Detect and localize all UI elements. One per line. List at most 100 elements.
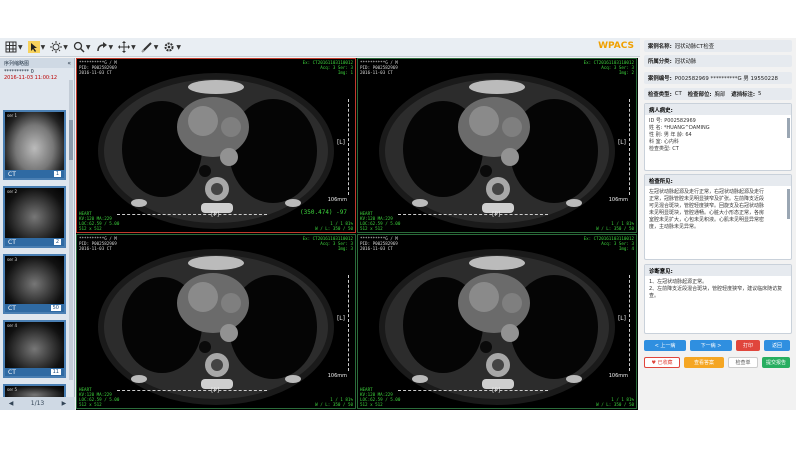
- brightness-tool-button[interactable]: ▼: [50, 39, 68, 56]
- scale-length-label: 106mm: [608, 373, 628, 379]
- thumbnail-footer: CT 1: [5, 170, 64, 178]
- annotation-count: 5: [758, 91, 762, 97]
- magnifier-icon: [73, 41, 85, 53]
- vertical-ruler: [348, 275, 352, 371]
- rotate-arrow-icon: [96, 42, 107, 52]
- case-number: P002582969 **********G 男 19550228: [674, 76, 778, 82]
- submit-report-button[interactable]: 提交报告: [762, 357, 790, 368]
- series-thumbnail[interactable]: ser 2 CT 2: [3, 186, 66, 248]
- category: 冠状动脉: [674, 59, 697, 65]
- findings-line: 左冠状动脉起源及走行正常，右冠状动脉起源及走行: [649, 189, 765, 195]
- thumbnail-modality: CT: [8, 368, 16, 376]
- viewport-4[interactable]: **********G / M PID: P002582969 2016-11-03…: [357, 234, 637, 409]
- next-case-button[interactable]: 下一病 >: [690, 340, 732, 351]
- history-line: 姓 名: *HUANG^DAMING: [649, 125, 710, 131]
- show-answer-button[interactable]: 查看答案: [684, 357, 724, 368]
- findings-line: 未见明显斑块，管腔通畅。心脏大小形态正常，各房: [649, 210, 765, 216]
- ct-image[interactable]: [358, 59, 636, 232]
- back-button[interactable]: 返回: [764, 340, 790, 351]
- prev-page-icon[interactable]: ◀: [9, 400, 14, 407]
- overlay-top-right: Img: 4: [618, 246, 634, 251]
- case-report-panel: 案例名称: 冠状动脉CT检查 所属分类: 冠状动脉 案例编号: P002582969 …: [644, 38, 794, 410]
- findings-line: 室腔未见扩大，心包未见积液。心肌未见明显异常密: [649, 217, 765, 223]
- findings-textarea[interactable]: 左冠状动脉起源及走行正常，右冠状动脉起源及走行 正常，冠脉管腔未见明显狭窄及扩张。…: [645, 186, 791, 234]
- overlay-top-right: Img: 3: [337, 246, 353, 251]
- impression-textarea[interactable]: 1、左冠状动脉起源正常。 2、左前降支近段混合斑块，管腔轻度狭窄，建议临床随访复查…: [645, 276, 791, 303]
- findings-line: 正常，冠脉管腔未见明显狭窄及扩张。左前降支近段: [649, 196, 765, 202]
- case-name-row: 案例名称: 冠状动脉CT检查: [644, 40, 792, 52]
- history-scrollbar[interactable]: [787, 118, 790, 138]
- viewport-1[interactable]: **********G / M PID: P002582969 2016-11-03…: [76, 58, 356, 233]
- impression-title: 诊断意见:: [645, 265, 791, 276]
- thumbnail-footer: CT 2: [5, 238, 64, 246]
- thumbnail-series-label: ser 3: [7, 257, 18, 262]
- overlay-bottom-right: W / L: 350 / 50: [596, 226, 634, 231]
- overlay-top-right: Img: 2: [618, 70, 634, 75]
- history-title: 病人病史:: [645, 104, 791, 115]
- favorite-button[interactable]: ♥ 已收藏: [644, 357, 680, 368]
- history-line: ID 号: P002582969: [649, 118, 696, 124]
- vertical-ruler: [629, 99, 633, 195]
- scrollbar-thumb[interactable]: [69, 120, 73, 160]
- image-viewer-grid: **********G / M PID: P002582969 2016-11-03…: [76, 58, 638, 410]
- thumbnail-modality: CT: [8, 304, 16, 312]
- category-row: 所属分类: 冠状动脉: [644, 55, 792, 67]
- overlay-bottom-right: W / L: 350 / 50: [315, 226, 353, 231]
- pan-tool-button[interactable]: ▼: [118, 39, 136, 56]
- layout-grid-button[interactable]: ▼: [5, 39, 23, 56]
- overlay-top-left: 2016-11-03 CT: [79, 70, 112, 75]
- study-date: 2016-11-03 11:00:12: [4, 75, 58, 81]
- thumbnail-image-count: 2: [53, 239, 61, 245]
- findings-scrollbar[interactable]: [787, 189, 790, 219]
- orientation-right-label: [L]: [336, 315, 345, 322]
- chevron-down-icon: ▼: [85, 43, 91, 51]
- overlay-bottom-right: W / L: 350 / 50: [315, 402, 353, 407]
- overlay-top-left: 2016-11-03 CT: [360, 246, 393, 251]
- hu-readout: (350.474) -97: [300, 209, 347, 216]
- findings-line: 可见混合斑块，管腔轻度狭窄。回旋支及右冠状动脉: [649, 203, 765, 209]
- thumbnail-pager: ◀ 1/13 ▶: [0, 397, 75, 410]
- pointer-icon: [27, 41, 40, 53]
- overlay-top-left: 2016-11-03 CT: [360, 70, 393, 75]
- thumbnail-modality: CT: [8, 238, 16, 246]
- chevron-down-icon: ▼: [108, 43, 114, 51]
- series-thumbnail[interactable]: ser 3 CT 50: [3, 254, 66, 314]
- thumbnail-scrollbar[interactable]: [69, 80, 73, 380]
- measure-tool-button[interactable]: ▼: [141, 39, 159, 56]
- thumbnail-footer: CT 11: [5, 368, 64, 376]
- print-button[interactable]: 打印: [736, 340, 760, 351]
- patient-history-box: 病人病史: ID 号: P002582969 姓 名: *HUANG^DAMING…: [644, 103, 792, 171]
- ct-image[interactable]: [77, 59, 355, 232]
- scale-length-label: 106mm: [327, 373, 347, 379]
- chevron-down-icon: ▼: [40, 43, 46, 51]
- collapse-icon[interactable]: «: [67, 60, 71, 67]
- chevron-down-icon: ▼: [153, 43, 159, 51]
- overlay-bottom-right: W / L: 350 / 50: [596, 402, 634, 407]
- viewport-3[interactable]: **********G / M PID: P002582969 2016-11-03…: [76, 234, 356, 409]
- rotate-tool-button[interactable]: ▼: [96, 39, 114, 56]
- viewport-2[interactable]: **********G / M PID: P002582969 2016-11-03…: [357, 58, 637, 233]
- scale-length-label: 106mm: [608, 197, 628, 203]
- check-report-button[interactable]: 检查单: [728, 357, 758, 368]
- chevron-down-icon: ▼: [18, 43, 23, 51]
- ct-image[interactable]: [77, 235, 355, 408]
- thumbnail-image-count: 11: [50, 369, 61, 375]
- horizontal-ruler: [398, 214, 548, 218]
- next-page-icon[interactable]: ▶: [62, 400, 67, 407]
- zoom-tool-button[interactable]: ▼: [73, 39, 91, 56]
- gear-icon: [164, 42, 174, 52]
- prev-case-button[interactable]: < 上一病: [644, 340, 686, 351]
- thumbnail-series-label: ser 2: [7, 189, 18, 194]
- pointer-tool-button[interactable]: ▼: [27, 39, 46, 56]
- thumbnail-image-count: 50: [50, 305, 61, 311]
- brand-logo: WPACS: [598, 41, 634, 51]
- history-line: 性 别: 男 年 龄: 64: [649, 132, 692, 138]
- history-line: 科 室: 心内科: [649, 139, 679, 145]
- series-thumbnail[interactable]: ser 1 CT 1: [3, 110, 66, 180]
- ct-image[interactable]: [358, 235, 636, 408]
- overlay-top-left: 2016-11-03 CT: [79, 246, 112, 251]
- exam-info-row: 检查类型: CT 检查部位: 胸部 遮挡标注: 5: [644, 88, 792, 100]
- series-thumbnail[interactable]: ser 4 CT 11: [3, 320, 66, 378]
- findings-box: 检查所见: 左冠状动脉起源及走行正常，右冠状动脉起源及走行 正常，冠脉管腔未见明显…: [644, 174, 792, 260]
- settings-tool-button[interactable]: ▼: [163, 39, 181, 56]
